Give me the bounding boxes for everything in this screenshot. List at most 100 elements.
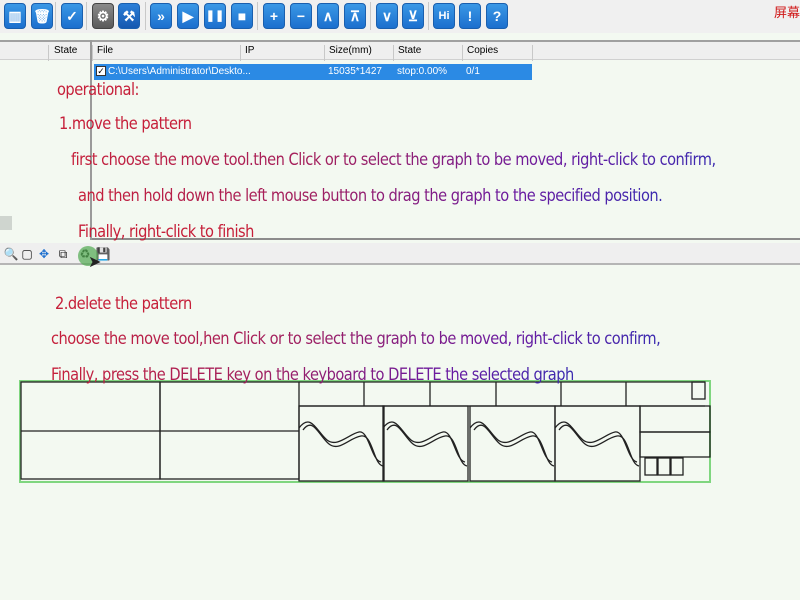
pattern-piece (469, 405, 556, 482)
chevron-down-bar-icon: ⊻ (407, 8, 419, 24)
double-chevron-right-icon: » (157, 8, 165, 24)
toolbar-separator (428, 2, 429, 30)
move-up-button[interactable]: ∧ (317, 3, 339, 29)
magnifier-icon: 🔍 (3, 247, 19, 261)
hi-icon: Hi (438, 9, 450, 22)
pattern-piece (382, 405, 469, 482)
pattern-piece (657, 457, 671, 476)
annotation-step1-title: 1.move the pattern (59, 114, 192, 134)
wave-curve (302, 424, 384, 467)
toolbar-separator (370, 2, 371, 30)
wave-curve (298, 421, 382, 463)
file-table: File IP Size(mm) State Copies ✓ C:\Users… (92, 40, 800, 80)
annotation-heading: operational: (57, 80, 139, 100)
fast-forward-button[interactable]: » (150, 3, 172, 29)
row-state: stop:0.00% (397, 66, 448, 77)
layout-columns-button[interactable]: ▥ (4, 3, 26, 29)
remove-button[interactable]: − (290, 3, 312, 29)
pattern-piece (670, 457, 684, 476)
stop-icon: ■ (237, 8, 247, 24)
toolbar-separator (257, 2, 258, 30)
settings-button[interactable]: ⚙ (92, 3, 114, 29)
move-arrows-icon: ✥ (38, 247, 50, 261)
pattern-piece (639, 405, 711, 433)
wave-curve (382, 421, 466, 463)
wave-curve (554, 421, 638, 463)
left-panel-header: State (0, 40, 90, 61)
minus-icon: − (296, 8, 306, 24)
check-icon: ✓ (66, 8, 78, 24)
fit-tool[interactable]: ▢ (19, 246, 35, 262)
wave-curve (469, 421, 553, 463)
toolbar-separator (86, 2, 87, 30)
pattern-piece (644, 457, 658, 476)
left-state-column-header[interactable]: State (48, 45, 77, 61)
zoom-tool[interactable]: 🔍 (3, 246, 19, 262)
add-button[interactable]: + (263, 3, 285, 29)
trash-icon: 🗑 (33, 8, 51, 24)
columns-icon: ▥ (8, 8, 22, 24)
wave-curve (558, 424, 640, 467)
corner-label: 屏幕 (773, 6, 800, 21)
plus-icon: + (269, 8, 279, 24)
chevron-up-icon: ∧ (322, 8, 334, 24)
column-header-ip[interactable]: IP (240, 45, 254, 61)
annotation-step2-title: 2.delete the pattern (55, 294, 192, 314)
chevron-down-icon: ∨ (381, 8, 393, 24)
row-size: 15035*1427 (328, 66, 382, 77)
main-toolbar: ▥ 🗑 ✓ ⚙ ⚒ » ▶ ❚❚ ■ + − ∧ ⊼ ∨ ⊻ Hi!? (0, 0, 800, 33)
pattern-canvas[interactable] (0, 370, 800, 500)
exclamation-icon: ! (467, 8, 473, 24)
play-button[interactable]: ▶ (177, 3, 199, 29)
column-header-file[interactable]: File (92, 45, 113, 61)
annotation-step1-line3: Finally, right-click to finish (78, 222, 254, 242)
alert-button[interactable]: ! (459, 3, 481, 29)
row-file: C:\Users\Administrator\Deskto... (108, 66, 251, 77)
copy-tool[interactable]: ⧉ (55, 246, 71, 262)
stop-button[interactable]: ■ (231, 3, 253, 29)
pause-button[interactable]: ❚❚ (204, 3, 226, 29)
help-button[interactable]: ? (486, 3, 508, 29)
pause-icon: ❚❚ (205, 9, 225, 22)
play-icon: ▶ (182, 8, 194, 24)
pattern-piece (298, 405, 385, 482)
chevron-up-bar-icon: ⊼ (349, 8, 361, 24)
move-down-button[interactable]: ∨ (376, 3, 398, 29)
mouse-cursor-icon: ➤ (88, 254, 102, 271)
move-top-button[interactable]: ⊼ (344, 3, 366, 29)
frame-icon: ▢ (21, 247, 33, 261)
row-checkbox[interactable]: ✓ (96, 66, 106, 76)
row-copies: 0/1 (466, 66, 480, 77)
column-header-copies[interactable]: Copies (462, 45, 498, 61)
annotation-step2-line2: Finally, press the DELETE key on the key… (51, 365, 574, 385)
left-panel-scrollbar[interactable] (0, 216, 12, 230)
pattern-piece (639, 431, 711, 458)
move-tool[interactable]: ✥ (36, 246, 52, 262)
file-table-header: File IP Size(mm) State Copies (92, 40, 800, 61)
annotation-step1-line2: and then hold down the left mouse button… (78, 186, 663, 206)
toolbar-separator (145, 2, 146, 30)
annotation-step2-line1: choose the move tool,hen Click or to sel… (51, 329, 661, 349)
hammer-wrench-icon: ⚒ (122, 8, 136, 24)
panel-splitter[interactable] (90, 40, 92, 240)
wave-curve (386, 424, 468, 467)
tools-button[interactable]: ⚒ (118, 3, 140, 29)
table-row[interactable]: ✓ C:\Users\Administrator\Deskto... 15035… (94, 64, 532, 80)
overlap-squares-icon: ⧉ (58, 246, 68, 261)
hi-button[interactable]: Hi (433, 3, 455, 29)
pattern-piece (554, 405, 641, 482)
delete-button[interactable]: 🗑 (31, 3, 53, 29)
column-header-state[interactable]: State (393, 45, 421, 61)
annotation-step1-line1: first choose the move tool.then Click or… (71, 150, 716, 170)
gear-icon: ⚙ (96, 8, 110, 24)
check-button[interactable]: ✓ (61, 3, 83, 29)
view-toolbar: 🔍▢✥⧉♻💾 (0, 243, 800, 265)
question-icon: ? (492, 8, 502, 24)
wave-curve (473, 424, 555, 467)
pattern-piece (691, 381, 706, 400)
toolbar-separator (55, 2, 56, 30)
column-header-spacer (532, 45, 537, 61)
app-window: ▥ 🗑 ✓ ⚙ ⚒ » ▶ ❚❚ ■ + − ∧ ⊼ ∨ ⊻ Hi!? State File IP Size(… (0, 0, 800, 600)
column-header-size[interactable]: Size(mm) (324, 45, 372, 61)
move-bottom-button[interactable]: ⊻ (402, 3, 424, 29)
